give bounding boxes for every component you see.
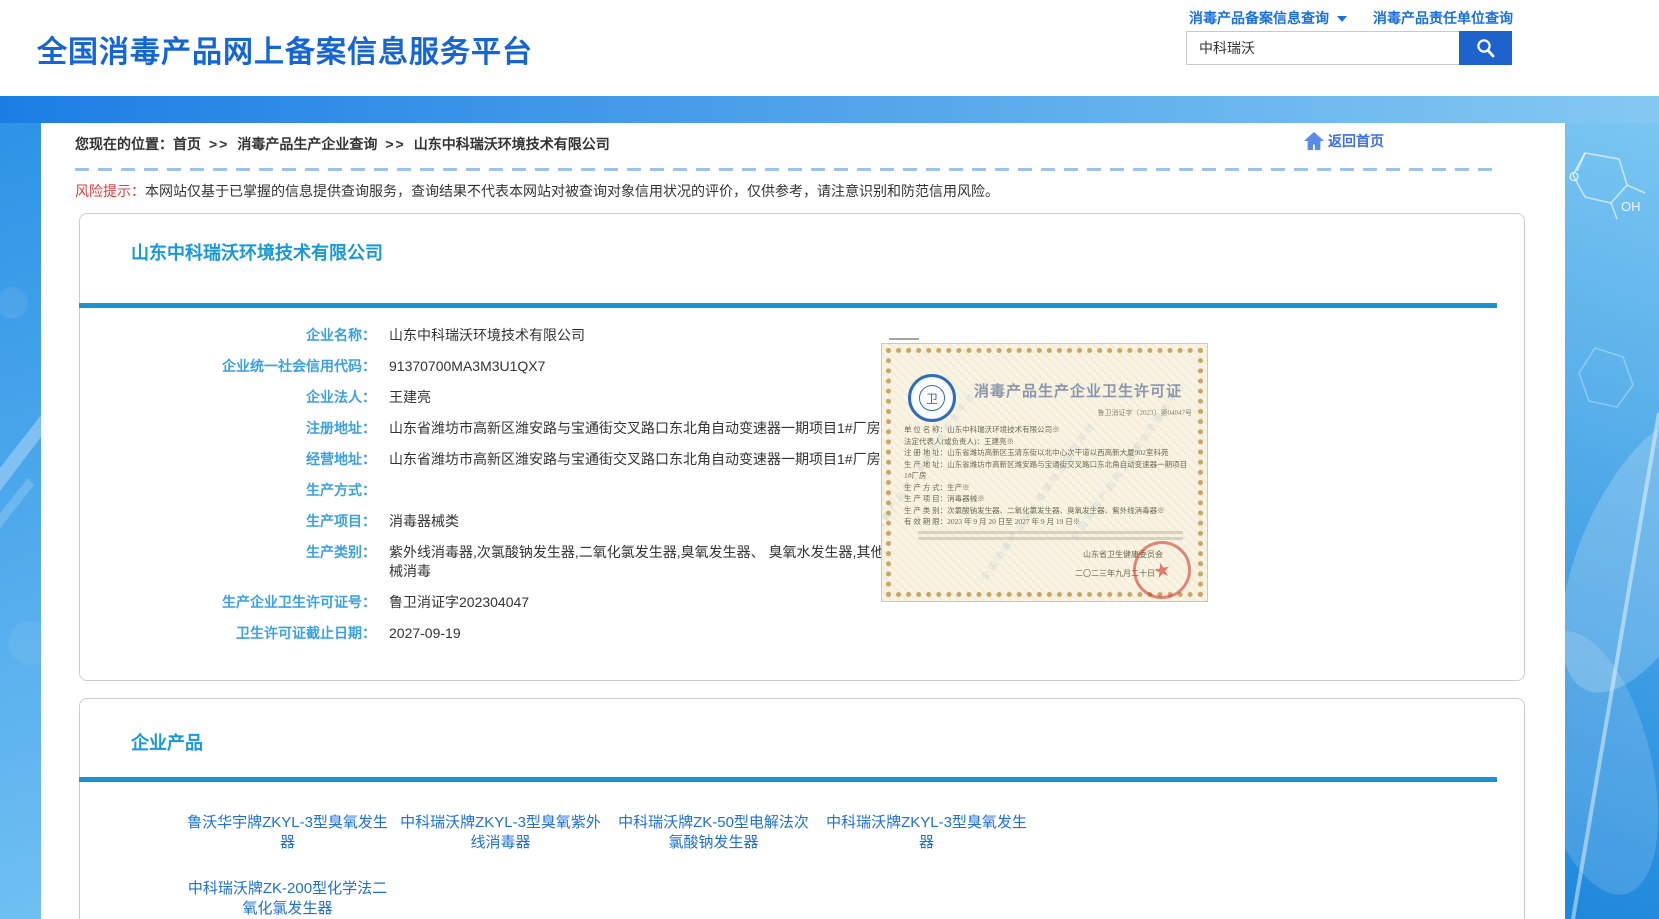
field-value: 2027-09-19 [389,624,461,643]
product-link[interactable]: 中科瑞沃牌ZKYL-3型臭氧发生器 [824,813,1029,853]
red-seal-icon: ★ [1128,536,1197,602]
field-row: 企业统一社会信用代码： 91370700MA3M3U1QX7 [96,357,909,376]
field-label: 企业统一社会信用代码： [96,357,376,376]
field-label: 注册地址： [96,419,376,438]
field-value: 鲁卫消证字202304047 [389,593,529,612]
dashed-divider [75,168,1497,171]
field-value: 紫外线消毒器,次氯酸钠发生器,二氧化氯发生器,臭氧发生器、 臭氧水发生器,其他器… [389,543,909,581]
field-row: 生产方式： [96,481,909,500]
chemistry-decoration: O OH [1565,123,1659,919]
field-label: 企业法人： [96,388,376,407]
company-fields: 企业名称： 山东中科瑞沃环境技术有限公司 企业统一社会信用代码： 91370700M… [96,326,909,655]
product-link[interactable]: 中科瑞沃牌ZK-200型化学法二氧化氯发生器 [185,879,390,919]
certificate-line: 生 产 地 址：山东省潍坊市高新区潍安路与宝通街交叉路口东北角自动变速器一期项目… [904,459,1194,482]
product-list: 鲁沃华宇牌ZKYL-3型臭氧发生器 中科瑞沃牌ZKYL-3型臭氧紫外线消毒器 中… [185,813,1045,919]
health-commission-emblem-icon: 卫 [908,374,956,422]
left-background-decoration [0,123,41,919]
page: 全国消毒产品网上备案信息服务平台 消毒产品备案信息查询 消毒产品责任单位查询 [0,0,1659,919]
search-button[interactable] [1459,31,1512,65]
field-label: 卫生许可证截止日期： [96,624,376,643]
nav-link-record-info-query[interactable]: 消毒产品备案信息查询 [1189,10,1347,26]
company-info-card: 山东中科瑞沃环境技术有限公司 企业名称： 山东中科瑞沃环境技术有限公司 企业统一社… [79,213,1525,681]
header-band [0,96,1659,123]
certificate-body: 单 位 名 称：山东中科瑞沃环境技术有限公司※ 法定代表人(或负责人)：王建亮※… [904,424,1194,540]
nav-link-record-info-query-label: 消毒产品备案信息查询 [1189,10,1329,26]
field-row: 企业法人： 王建亮 [96,388,909,407]
certificate-line: 注 册 地 址：山东省潍坊高新区玉清东街以北中心次干道以西高新大厦902室科苑 [904,447,1194,459]
field-row: 注册地址： 山东省潍坊市高新区潍安路与宝通街交叉路口东北角自动变速器一期项目1#厂… [96,419,909,438]
title-underline [79,303,1497,308]
page-title: 全国消毒产品网上备案信息服务平台 [37,27,533,71]
products-card-title: 企业产品 [131,729,203,755]
top-nav: 消毒产品备案信息查询 消毒产品责任单位查询 [993,8,1513,28]
field-value: 消毒器械类 [389,512,459,531]
product-link[interactable]: 中科瑞沃牌ZK-50型电解法次氯酸钠发生器 [611,813,816,853]
back-home-label: 返回首页 [1328,131,1384,151]
title-underline [79,777,1497,782]
field-row: 企业名称： 山东中科瑞沃环境技术有限公司 [96,326,909,345]
breadcrumb-separator: >> [385,136,405,152]
field-value: 山东中科瑞沃环境技术有限公司 [389,326,585,345]
products-card: 企业产品 鲁沃华宇牌ZKYL-3型臭氧发生器 中科瑞沃牌ZKYL-3型臭氧紫外线… [79,698,1525,919]
breadcrumb: 您现在的位置：首页 >> 消毒产品生产企业查询 >> 山东中科瑞沃环境技术有限公司 [75,134,610,154]
field-label: 生产类别： [96,543,376,581]
field-row: 经营地址： 山东省潍坊市高新区潍安路与宝通街交叉路口东北角自动变速器一期项目1#厂… [96,450,909,469]
field-row: 生产企业卫生许可证号： 鲁卫消证字202304047 [96,593,909,612]
product-link[interactable]: 鲁沃华宇牌ZKYL-3型臭氧发生器 [185,813,390,853]
certificate-line: 法定代表人(或负责人)：王建亮※ [904,436,1194,448]
field-value: 王建亮 [389,388,431,407]
certificate-line: 生 产 项 目：消毒器械※ [904,493,1194,505]
certificate-line: 有 效 期 限：2023 年 9 月 20 日至 2027 年 9 月 19 日… [904,516,1194,528]
field-label: 生产企业卫生许可证号： [96,593,376,612]
field-label: 生产项目： [96,512,376,531]
left-background [0,123,41,919]
search-icon [1474,36,1498,60]
certificate-fine-print [904,531,1194,540]
field-row: 卫生许可证截止日期： 2027-09-19 [96,624,909,643]
certificate-line: 生 产 方 式：生产※ [904,482,1194,494]
molecule-o-label: O [1569,169,1579,184]
leaf-graphic [1565,389,1659,919]
breadcrumb-prefix: 您现在的位置： [75,136,173,152]
certificate-title: 消毒产品生产企业卫生许可证 [974,380,1199,401]
risk-notice-text: 本网站仅基于已掌握的信息提供查询服务，查询结果不代表本网站对被查询对象信用状况的… [145,183,999,199]
company-name-title: 山东中科瑞沃环境技术有限公司 [131,239,383,265]
breadcrumb-current-page: 山东中科瑞沃环境技术有限公司 [414,136,610,152]
certificate-line: 单 位 名 称：山东中科瑞沃环境技术有限公司※ [904,424,1194,436]
field-row: 生产项目： 消毒器械类 [96,512,909,531]
field-label: 生产方式： [96,481,376,500]
risk-notice: 风险提示：本网站仅基于已掌握的信息提供查询服务，查询结果不代表本网站对被查询对象… [75,181,999,201]
top-header: 全国消毒产品网上备案信息服务平台 消毒产品备案信息查询 消毒产品责任单位查询 [0,0,1659,96]
breadcrumb-home-link[interactable]: 首页 [173,136,201,152]
certificate-line: 生 产 类 别：次氯酸钠发生器、二氧化氯发生器、臭氧发生器、紫外线消毒器※ [904,505,1194,517]
field-value: 山东省潍坊市高新区潍安路与宝通街交叉路口东北角自动变速器一期项目1#厂房 [389,450,881,469]
back-home-link[interactable]: 返回首页 [1303,131,1384,151]
caret-down-icon [1337,16,1347,22]
home-icon [1303,131,1325,151]
certificate-number: 鲁卫消证字〔2023〕第04047号 [982,408,1192,418]
field-value: 91370700MA3M3U1QX7 [389,357,545,376]
risk-notice-label: 风险提示： [75,183,145,199]
search-input[interactable] [1186,31,1459,65]
field-value: 山东省潍坊市高新区潍安路与宝通街交叉路口东北角自动变速器一期项目1#厂房 [389,419,881,438]
field-row: 生产类别： 紫外线消毒器,次氯酸钠发生器,二氧化氯发生器,臭氧发生器、 臭氧水发生… [96,543,909,581]
breadcrumb-separator: >> [209,136,229,152]
right-background: O OH [1565,123,1659,919]
search-bar [1186,31,1512,65]
field-label: 经营地址： [96,450,376,469]
nav-link-responsible-unit-query[interactable]: 消毒产品责任单位查询 [1373,10,1513,26]
molecule-oh-label: OH [1621,199,1641,214]
hygiene-license-certificate-image: 全国消毒产品网上备案信息服务平台 全国消毒产品网上备案信息服务平台 全国消毒产品… [881,343,1208,602]
certificate-scan-edge [889,338,919,340]
field-label: 企业名称： [96,326,376,345]
product-link[interactable]: 中科瑞沃牌ZKYL-3型臭氧紫外线消毒器 [398,813,603,853]
breadcrumb-enterprise-query-link[interactable]: 消毒产品生产企业查询 [237,136,377,152]
